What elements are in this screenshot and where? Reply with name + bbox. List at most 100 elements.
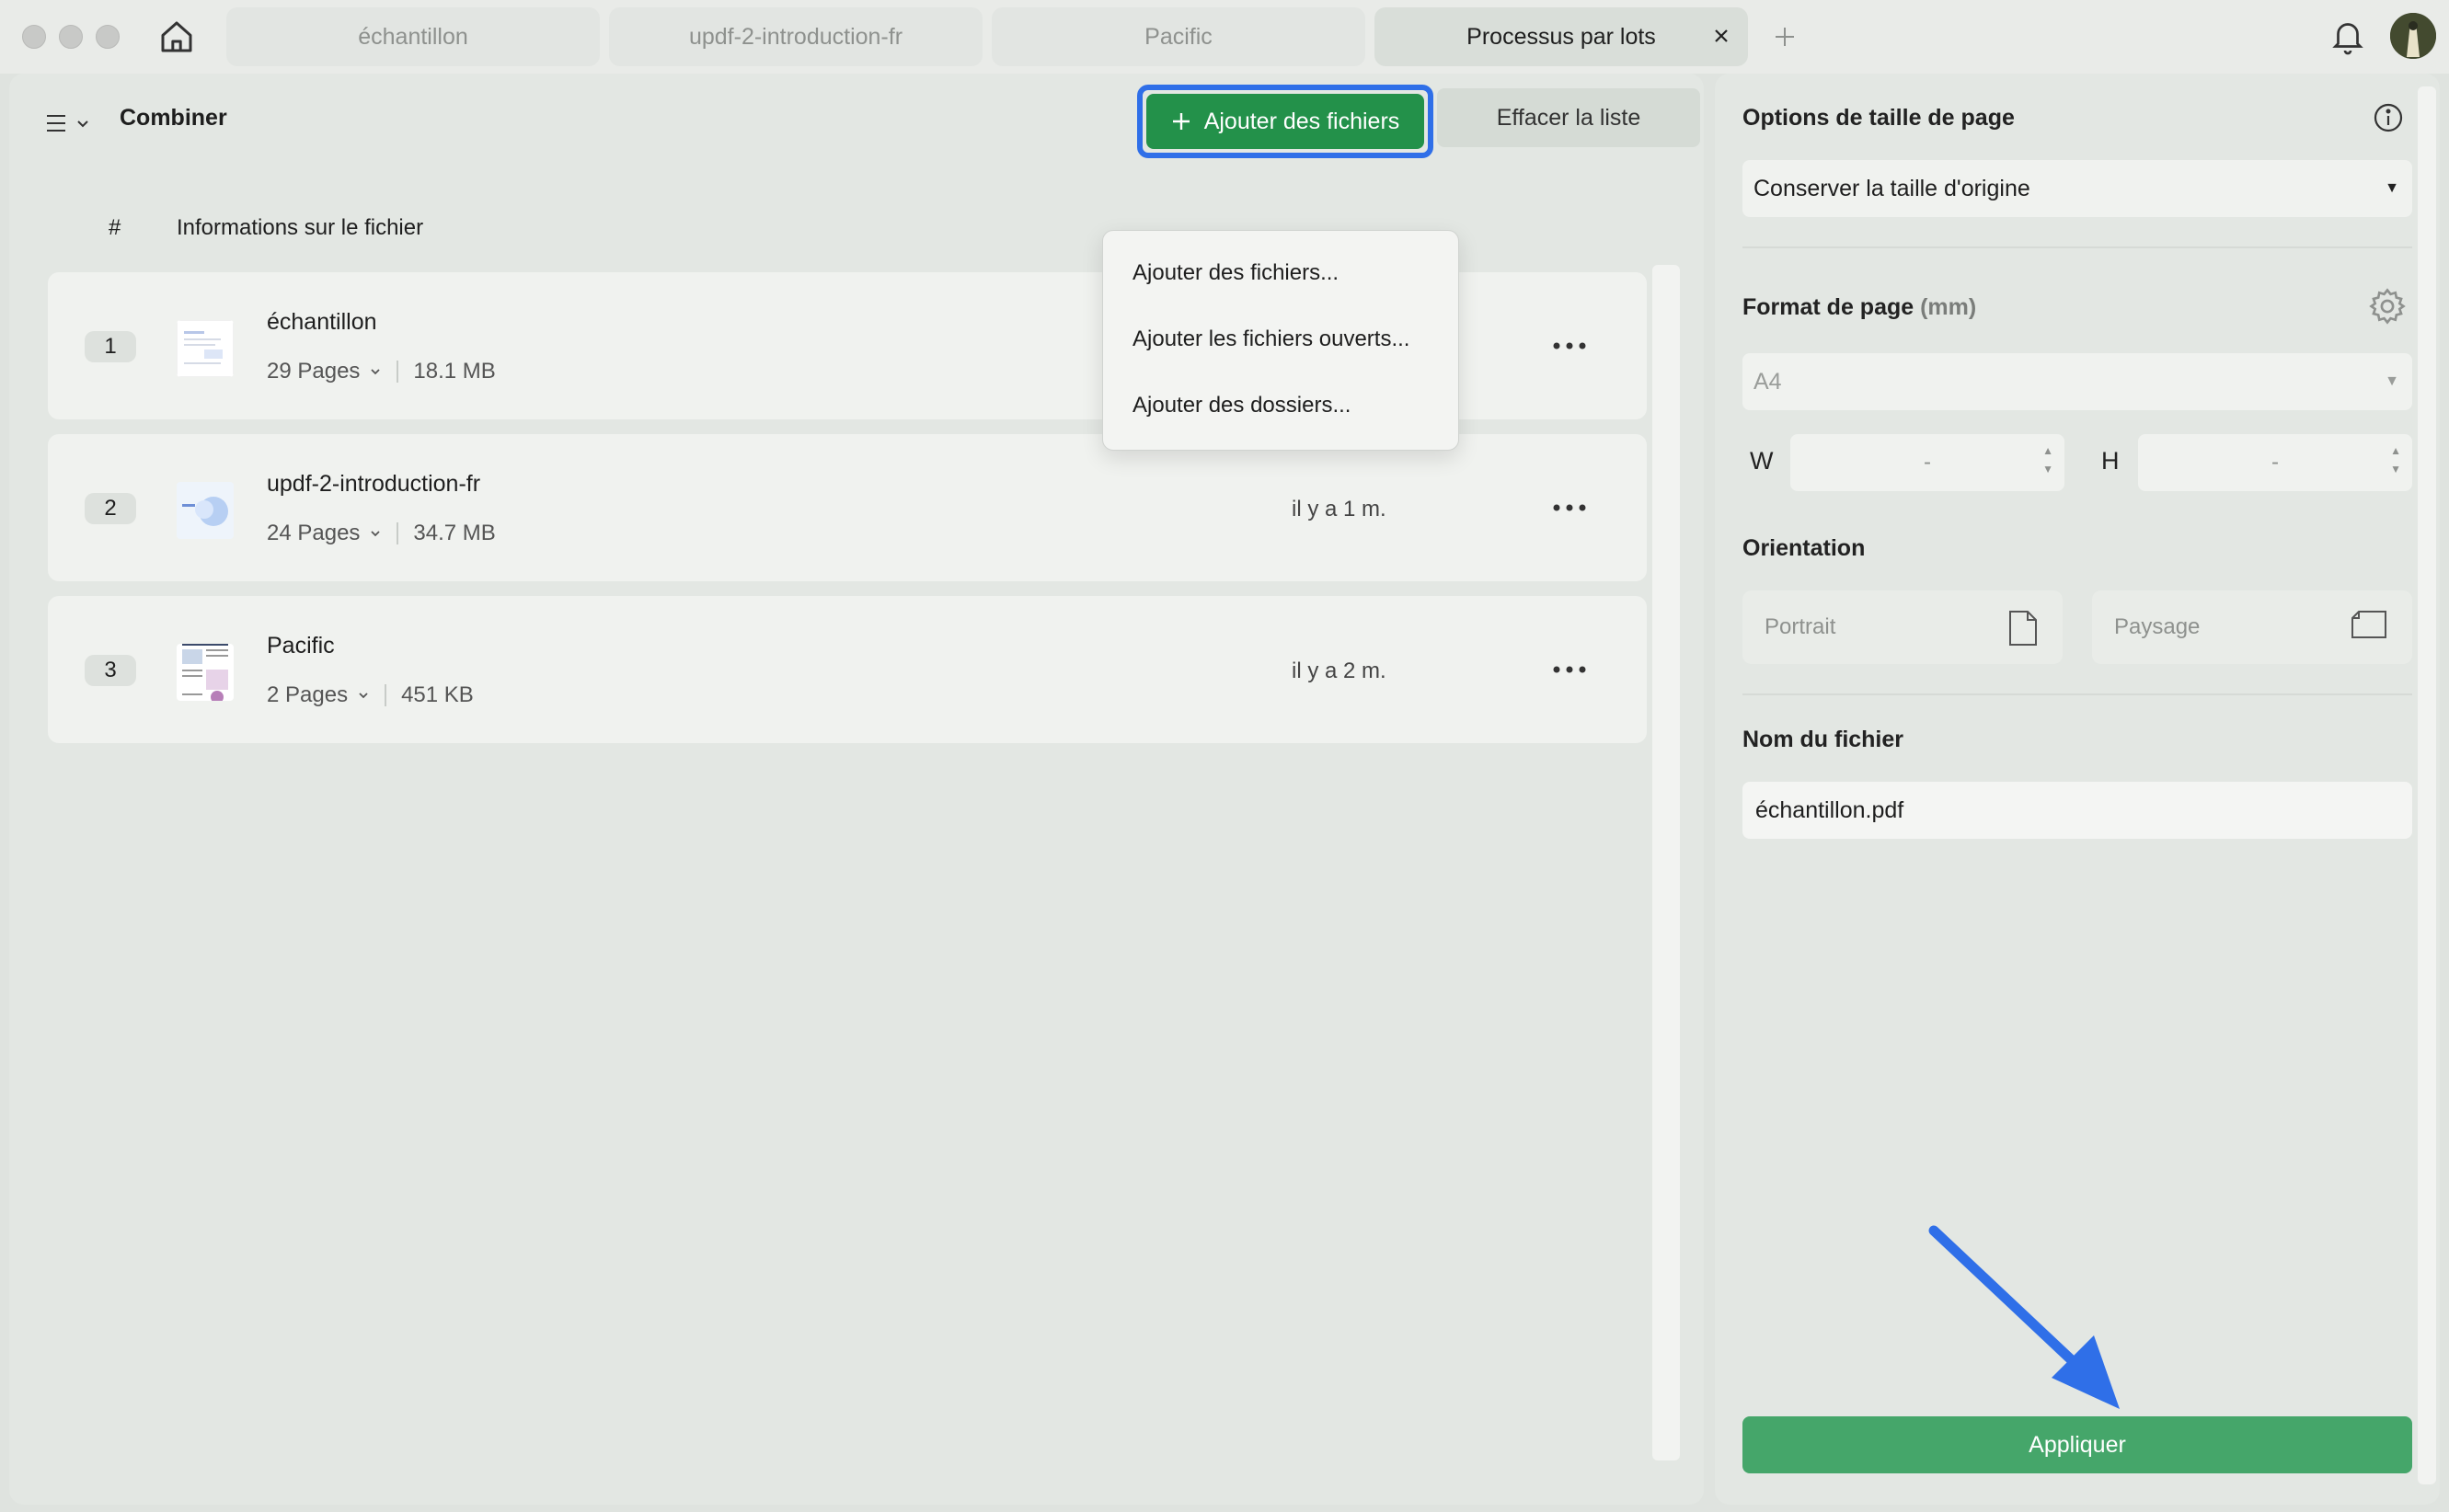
- stepper-up-icon: ▲: [2042, 444, 2053, 457]
- row-index: 3: [85, 655, 136, 686]
- row-index: 2: [85, 493, 136, 524]
- chevron-down-icon: [359, 693, 368, 699]
- clear-list-label: Effacer la liste: [1496, 104, 1641, 131]
- page-format-text: Format de page: [1742, 294, 1914, 320]
- divider: [397, 522, 399, 544]
- page-count: 29 Pages: [267, 359, 361, 384]
- orientation-label: Orientation: [1742, 535, 1866, 561]
- row-index: 1: [85, 331, 136, 362]
- tab-pacific[interactable]: Pacific: [992, 7, 1365, 66]
- page-size-select[interactable]: Conserver la taille d'origine ▼: [1742, 160, 2412, 217]
- clear-list-button[interactable]: Effacer la liste: [1437, 88, 1700, 147]
- chevron-down-icon: [371, 369, 381, 375]
- column-header-index: #: [109, 215, 121, 240]
- avatar-image: [2390, 13, 2436, 59]
- home-icon: [161, 21, 192, 52]
- divider: [385, 684, 387, 706]
- stepper-down-icon: ▼: [2390, 463, 2401, 475]
- divider: [1742, 693, 2412, 695]
- scrollbar[interactable]: [1652, 265, 1680, 1460]
- file-size: 18.1 MB: [413, 359, 496, 384]
- portrait-button[interactable]: Portrait: [1742, 590, 2063, 664]
- page-format-value: A4: [1753, 368, 1782, 395]
- add-files-button[interactable]: Ajouter des fichiers: [1137, 85, 1433, 158]
- width-input[interactable]: - ▲ ▼: [1790, 434, 2064, 491]
- chevron-down-icon: [77, 120, 88, 128]
- page-format-unit: (mm): [1920, 294, 1977, 320]
- landscape-page-icon: [2351, 611, 2386, 638]
- more-icon: [1553, 666, 1586, 673]
- apply-label: Appliquer: [2029, 1431, 2126, 1458]
- home-button[interactable]: [153, 13, 201, 61]
- portrait-label: Portrait: [1765, 614, 1836, 639]
- page-size-label: Options de taille de page: [1742, 105, 2015, 131]
- more-options-button[interactable]: [1546, 651, 1593, 688]
- add-files-label: Ajouter des fichiers: [1203, 108, 1400, 134]
- scrollbar[interactable]: [2418, 86, 2436, 1484]
- list-menu-icon: [47, 115, 65, 132]
- more-options-button[interactable]: [1546, 489, 1593, 526]
- plus-icon: [1776, 28, 1794, 46]
- landscape-label: Paysage: [2114, 614, 2201, 639]
- tab-processus-par-lots[interactable]: Processus par lots: [1374, 7, 1748, 66]
- height-label: H: [2101, 447, 2120, 475]
- more-options-button[interactable]: [1546, 327, 1593, 364]
- file-time: il y a 2 m.: [1292, 659, 1386, 683]
- tab-updf-introduction[interactable]: updf-2-introduction-fr: [609, 7, 983, 66]
- tab-label: échantillon: [358, 23, 468, 50]
- page-format-select[interactable]: A4 ▼: [1742, 353, 2412, 410]
- filename-input[interactable]: échantillon.pdf: [1742, 782, 2412, 839]
- caret-down-icon: ▼: [2385, 373, 2399, 389]
- file-thumbnail: [177, 320, 234, 377]
- caret-down-icon: ▼: [2385, 180, 2399, 196]
- page-size-value: Conserver la taille d'origine: [1753, 175, 2030, 201]
- menu-item-add-folders[interactable]: Ajouter des dossiers...: [1133, 393, 1351, 418]
- page-count-dropdown[interactable]: 29 Pages: [267, 359, 382, 384]
- page-count: 2 Pages: [267, 682, 349, 707]
- height-stepper[interactable]: ▲ ▼: [2390, 443, 2401, 476]
- width-stepper[interactable]: ▲ ▼: [2042, 443, 2053, 476]
- bell-icon: [2332, 23, 2363, 55]
- landscape-button[interactable]: Paysage: [2092, 590, 2412, 664]
- file-meta: 2 Pages 451 KB: [267, 682, 474, 708]
- zoom-window-button[interactable]: [96, 25, 120, 49]
- gear-icon[interactable]: [2368, 287, 2407, 326]
- tab-echantillon[interactable]: échantillon: [226, 7, 600, 66]
- stepper-up-icon: ▲: [2390, 444, 2401, 457]
- add-files-menu: Ajouter des fichiers... Ajouter les fich…: [1102, 230, 1459, 451]
- info-icon[interactable]: [2372, 101, 2405, 134]
- avatar[interactable]: [2390, 13, 2436, 59]
- table-row[interactable]: 3 Pacific 2 Pages 451 KB il y a 2 m.: [48, 596, 1647, 743]
- divider: [1742, 246, 2412, 248]
- title-bar: échantillon updf-2-introduction-fr Pacif…: [0, 0, 2449, 74]
- page-format-label: Format de page (mm): [1742, 294, 1976, 321]
- minimize-window-button[interactable]: [59, 25, 83, 49]
- width-value: -: [1924, 450, 1931, 475]
- height-value: -: [2271, 450, 2279, 475]
- file-name: échantillon: [267, 309, 377, 335]
- stepper-down-icon: ▼: [2042, 463, 2053, 475]
- file-meta: 29 Pages 18.1 MB: [267, 359, 496, 384]
- annotation-arrow-icon: [1928, 1225, 2120, 1409]
- tab-label: Processus par lots: [1466, 23, 1656, 50]
- close-window-button[interactable]: [22, 25, 46, 49]
- page-count-dropdown[interactable]: 24 Pages: [267, 521, 382, 546]
- more-icon: [1553, 504, 1586, 511]
- height-input[interactable]: - ▲ ▼: [2138, 434, 2412, 491]
- more-icon: [1553, 342, 1586, 349]
- document-thumbnail-image: [177, 482, 234, 539]
- menu-toggle-button[interactable]: [44, 103, 90, 143]
- menu-item-add-files[interactable]: Ajouter des fichiers...: [1133, 260, 1339, 286]
- tab-close-button[interactable]: [1707, 22, 1735, 50]
- page-count-dropdown[interactable]: 2 Pages: [267, 682, 370, 708]
- file-thumbnail: [177, 482, 234, 539]
- divider: [397, 361, 399, 383]
- file-size: 34.7 MB: [413, 521, 496, 545]
- menu-item-add-open-files[interactable]: Ajouter les fichiers ouverts...: [1133, 326, 1409, 352]
- file-meta: 24 Pages 34.7 MB: [267, 521, 496, 546]
- new-tab-button[interactable]: [1766, 18, 1803, 55]
- file-size: 451 KB: [401, 682, 474, 707]
- notifications-button[interactable]: [2326, 15, 2370, 59]
- portrait-page-icon: [2009, 611, 2037, 646]
- table-row[interactable]: 2 updf-2-introduction-fr 24 Pages 34.7 M…: [48, 434, 1647, 581]
